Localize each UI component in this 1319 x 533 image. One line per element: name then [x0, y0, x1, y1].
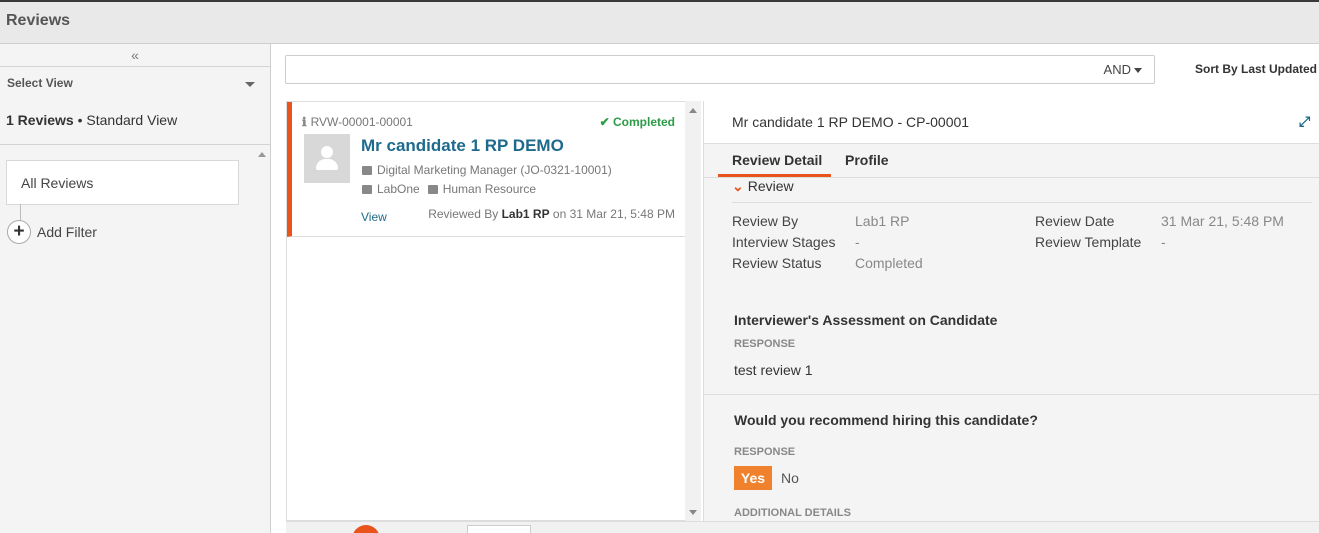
assessment-response: test review 1: [734, 362, 813, 378]
scroll-up-icon[interactable]: [689, 108, 697, 113]
job-line: Digital Marketing Manager (JO-0321-10001…: [362, 163, 612, 177]
tab-review-detail[interactable]: Review Detail: [732, 152, 822, 168]
sort-dropdown[interactable]: Sort By Last Updated: [1195, 62, 1319, 76]
briefcase-icon: [427, 185, 438, 194]
chevron-down-icon: [1134, 68, 1142, 74]
chevron-down-icon[interactable]: [245, 82, 255, 87]
avatar: [304, 134, 350, 183]
active-tab-indicator: [718, 174, 831, 177]
reviewer-name: Lab1 RP: [501, 207, 550, 221]
pagination-bar: [286, 521, 1319, 533]
field-review-status: Review Status Completed: [732, 255, 923, 271]
divider: [704, 394, 1319, 395]
scrollbar[interactable]: [685, 101, 701, 521]
review-card[interactable]: ℹ RVW-00001-00001 ✔ Completed Mr candidat…: [287, 102, 685, 237]
search-input[interactable]: AND: [285, 55, 1155, 84]
field-review-template: Review Template -: [1035, 234, 1166, 250]
info-icon: ℹ: [302, 115, 307, 129]
response-label: RESPONSE: [734, 338, 796, 350]
chevron-down-icon: ⌄: [732, 178, 744, 194]
field-review-date: Review Date 31 Mar 21, 5:48 PM: [1035, 213, 1284, 229]
briefcase-icon: [362, 166, 372, 175]
page-indicator[interactable]: [352, 525, 380, 533]
header-bar: Reviews: [0, 0, 1319, 44]
tab-bar: Review Detail Profile: [704, 144, 1319, 178]
org-line: LabOne Human Resource: [362, 182, 536, 196]
review-list: ℹ RVW-00001-00001 ✔ Completed Mr candidat…: [286, 101, 686, 521]
view-link[interactable]: View: [361, 210, 387, 224]
divider: [0, 144, 270, 145]
operator-dropdown[interactable]: AND: [1104, 62, 1142, 77]
additional-details-label: ADDITIONAL DETAILS: [734, 507, 851, 519]
page-title: Reviews: [6, 12, 71, 29]
scroll-up-icon[interactable]: [258, 152, 266, 157]
field-review-by: Review By Lab1 RP: [732, 213, 910, 229]
candidate-name-link[interactable]: Mr candidate 1 RP DEMO: [361, 136, 564, 156]
collapse-sidebar-button[interactable]: «: [0, 44, 270, 67]
review-section-toggle[interactable]: ⌄ Review: [732, 178, 794, 195]
detail-header: Mr candidate 1 RP DEMO - CP-00001 ⤢: [704, 101, 1319, 144]
expand-icon[interactable]: ⤢: [1299, 113, 1310, 130]
review-count: 1 Reviews: [6, 112, 74, 128]
scroll-down-icon[interactable]: [689, 510, 697, 515]
view-name: • Standard View: [77, 112, 178, 128]
tab-profile[interactable]: Profile: [845, 152, 889, 168]
recommend-question: Would you recommend hiring this candidat…: [734, 412, 1038, 428]
yes-option[interactable]: Yes: [734, 466, 772, 490]
review-detail-panel: Mr candidate 1 RP DEMO - CP-00001 ⤢ Revi…: [703, 101, 1319, 521]
add-icon[interactable]: +: [7, 220, 31, 244]
status-badge: ✔ Completed: [599, 115, 675, 129]
select-view-dropdown[interactable]: Select View: [7, 76, 73, 90]
sort-label: Sort By Last Updated: [1195, 62, 1318, 76]
saved-view-all-reviews[interactable]: All Reviews: [6, 160, 239, 205]
divider: [732, 202, 1312, 203]
response-label: RESPONSE: [734, 446, 796, 458]
review-id: ℹ RVW-00001-00001: [302, 115, 413, 129]
sidebar: « Select View 1 Reviews • Standard View …: [0, 44, 271, 533]
no-option[interactable]: No: [781, 470, 799, 486]
assessment-question: Interviewer's Assessment on Candidate: [734, 312, 998, 328]
operator-label: AND: [1103, 62, 1131, 77]
building-icon: [362, 185, 372, 194]
field-interview-stages: Interview Stages -: [732, 234, 860, 250]
page-size-select[interactable]: [467, 525, 531, 533]
reviewed-by: Reviewed By Lab1 RP on 31 Mar 21, 5:48 P…: [428, 207, 675, 221]
detail-title: Mr candidate 1 RP DEMO - CP-00001: [732, 114, 970, 130]
add-filter-button[interactable]: Add Filter: [37, 224, 97, 240]
view-summary: 1 Reviews • Standard View: [6, 112, 177, 128]
